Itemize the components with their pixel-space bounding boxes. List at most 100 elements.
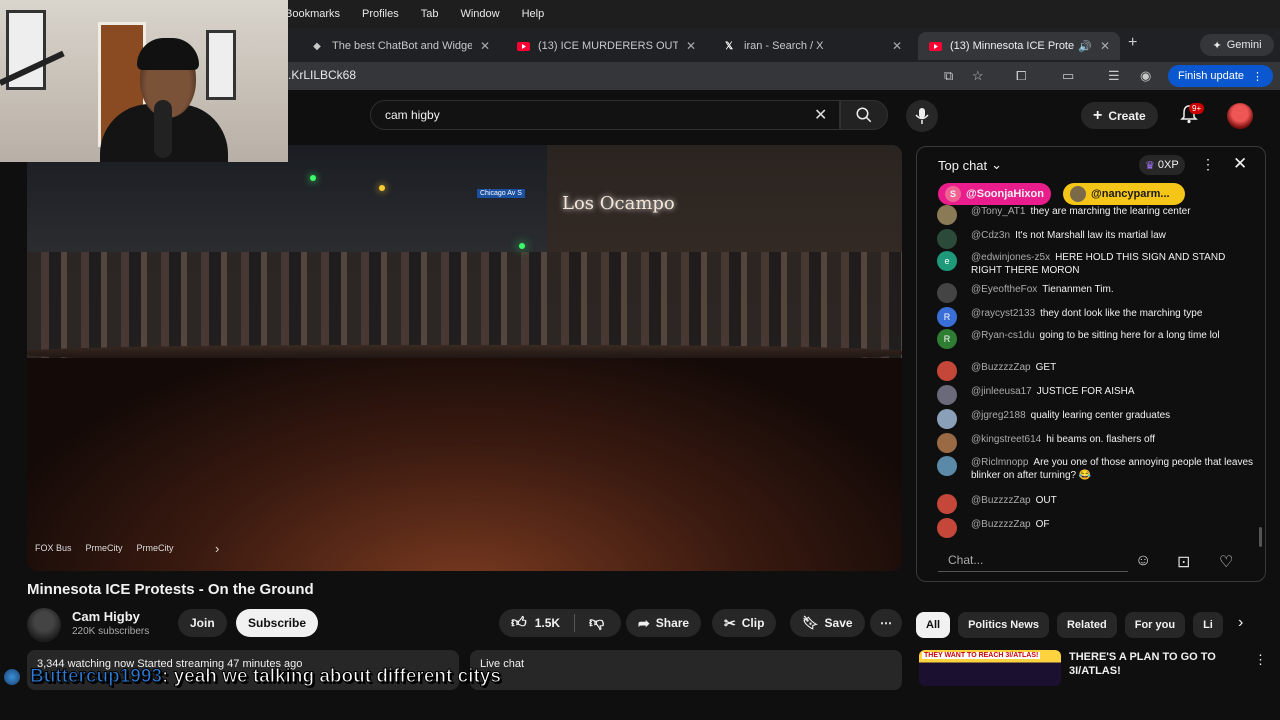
save-button[interactable]: 🔖︎ Save <box>790 609 865 637</box>
pinned-user-chip[interactable]: S @SoonjaHixon <box>938 183 1051 205</box>
plus-icon: + <box>1093 106 1103 124</box>
wall-frame <box>206 30 236 100</box>
speaker-icon[interactable]: 🔊 <box>1078 40 1092 53</box>
extensions-icon[interactable]: ⧠ <box>1016 68 1026 84</box>
menu-window[interactable]: Window <box>460 8 499 20</box>
chat-message[interactable]: @BuzzzzZap OF <box>937 518 1255 538</box>
microphone-icon <box>915 108 929 124</box>
close-tab-icon[interactable]: ✕ <box>1100 39 1110 53</box>
traffic-light <box>519 243 525 249</box>
chat-menu-icon[interactable]: ⋮ <box>1201 156 1215 173</box>
video-player[interactable]: Chicago Av S Los Ocampo FOX Bus PrmeCity… <box>27 145 902 571</box>
chat-message[interactable]: e @edwinjones-z5x HERE HOLD THIS SIGN AND … <box>937 251 1255 277</box>
chat-message[interactable]: @jinleeusa17 JUSTICE FOR AISHA <box>937 385 1255 405</box>
webcam-overlay <box>0 0 288 162</box>
chip-all[interactable]: All <box>916 612 951 638</box>
stream-chat-overlay: Buttercup1993: yeah we talking about dif… <box>4 666 501 688</box>
search-button[interactable] <box>840 100 888 130</box>
chevron-down-icon: ⌄ <box>991 157 1003 172</box>
scissors-icon: ✂ <box>724 614 736 631</box>
clear-search-icon[interactable]: ✕ <box>814 105 827 125</box>
chat-message[interactable]: @jgreg2188 quality learing center graduat… <box>937 409 1255 429</box>
pinned-user-chip[interactable]: @nancyparm... <box>1063 183 1185 205</box>
account-avatar[interactable] <box>1227 103 1253 129</box>
subscriber-count: 220K subscribers <box>72 626 150 637</box>
chat-message[interactable]: @Riclmnopp Are you one of those annoying … <box>937 456 1255 482</box>
chat-message[interactable]: @BuzzzzZap OUT <box>937 494 1255 514</box>
divider <box>574 614 576 632</box>
menu-bookmarks[interactable]: Bookmarks <box>285 8 340 20</box>
install-icon[interactable]: ⧉ <box>944 68 953 84</box>
xp-badge[interactable]: ♛ 0XP <box>1139 155 1185 175</box>
reading-list-icon[interactable]: ☰ <box>1108 68 1120 84</box>
recommendation-title[interactable]: THERE'S A PLAN TO GO TO 3I/ATLAS! <box>1069 650 1249 678</box>
streamer-beanie <box>137 38 199 70</box>
chat-message[interactable]: R @raycyst2133 they dont look like the mar… <box>937 307 1255 327</box>
tab-ice-murderers[interactable]: (13) ICE MURDERERS OUT O ✕ <box>506 32 706 60</box>
like-button[interactable]: 👍︎ 1.5K <box>511 614 560 632</box>
url-field[interactable]: .KrLILBCk68 <box>288 68 356 82</box>
chat-message[interactable]: @Tony_AT1 they are marching the learing c… <box>937 205 1255 225</box>
chat-scrollbar[interactable] <box>1259 527 1262 547</box>
close-tab-icon[interactable]: ✕ <box>686 39 696 53</box>
chevron-right-icon[interactable]: › <box>215 541 219 556</box>
subscribe-button[interactable]: Subscribe <box>236 609 319 637</box>
emoji-icon[interactable]: ☺ <box>1135 552 1151 570</box>
tab-x-search[interactable]: 𝕏 iran - Search / X ✕ <box>712 32 912 60</box>
more-actions-button[interactable]: ⋯ <box>870 609 902 637</box>
kebab-icon: ⋮ <box>1252 70 1264 83</box>
close-tab-icon[interactable]: ✕ <box>480 39 490 53</box>
cast-icon[interactable]: ▭ <box>1062 68 1074 84</box>
user-avatar <box>937 361 957 381</box>
chat-message[interactable]: R @Ryan-cs1du going to be sitting here for… <box>937 329 1255 349</box>
channel-avatar[interactable] <box>27 608 61 642</box>
close-tab-icon[interactable]: ✕ <box>892 39 902 53</box>
tab-chatbot[interactable]: ◆ The best ChatBot and Widge ✕ <box>300 32 500 60</box>
tab-minnesota-ice[interactable]: (13) Minnesota ICE Protes 🔊 ✕ <box>918 32 1120 60</box>
create-button[interactable]: + Create <box>1081 102 1158 129</box>
crown-icon: ♛ <box>1145 159 1155 172</box>
voice-search-button[interactable] <box>906 100 938 132</box>
chip-politics-news[interactable]: Politics News <box>958 612 1049 638</box>
user-avatar <box>937 433 957 453</box>
dislike-button[interactable]: 👎︎ <box>589 614 604 632</box>
finish-update-button[interactable]: Finish update ⋮ <box>1168 65 1274 87</box>
join-button[interactable]: Join <box>178 609 227 637</box>
user-avatar <box>937 494 957 514</box>
storefront-sign: Los Ocampo <box>562 193 675 214</box>
chip-related[interactable]: Related <box>1056 612 1117 638</box>
user-avatar <box>937 229 957 249</box>
chip-for-you[interactable]: For you <box>1124 612 1186 638</box>
user-avatar <box>937 283 957 303</box>
traffic-light <box>310 175 316 181</box>
chat-message[interactable]: @EyeoftheFox Tienanmen Tim. <box>937 283 1255 303</box>
share-button[interactable]: ➦ Share <box>626 609 702 637</box>
heart-icon[interactable]: ♡ <box>1219 552 1233 572</box>
search-input[interactable]: cam higby <box>370 100 840 130</box>
top-chat-dropdown[interactable]: Top chat ⌄ <box>938 157 1002 173</box>
chip-live[interactable]: Li <box>1193 612 1223 638</box>
channel-name[interactable]: Cam Higby <box>72 609 140 624</box>
super-chat-icon[interactable]: ⊡ <box>1177 552 1190 572</box>
menu-profiles[interactable]: Profiles <box>362 8 399 20</box>
profile-icon[interactable]: ◉ <box>1140 68 1151 84</box>
user-avatar <box>937 205 957 225</box>
microphone <box>154 100 172 158</box>
recommendation-thumbnail[interactable]: THEY WANT TO REACH 3I/ATLAS! <box>919 650 1061 686</box>
live-chat-toggle[interactable]: Live chat <box>470 650 902 690</box>
kebab-icon[interactable]: ⋮ <box>1254 652 1267 668</box>
new-tab-icon[interactable]: + <box>1128 34 1137 52</box>
clip-button[interactable]: ✂ Clip <box>712 609 777 637</box>
menu-help[interactable]: Help <box>522 8 545 20</box>
close-icon[interactable]: ✕ <box>1233 154 1247 174</box>
video-title: Minnesota ICE Protests - On the Ground <box>27 581 314 598</box>
gemini-button[interactable]: ✦ Gemini <box>1200 34 1274 56</box>
chat-message[interactable]: @Cdz3n It's not Marshall law its martial … <box>937 229 1255 249</box>
chat-input[interactable]: Chat... <box>938 548 1128 572</box>
chat-message[interactable]: @kingstreet614 hi beams on. flashers off <box>937 433 1255 453</box>
menu-tab[interactable]: Tab <box>421 8 439 20</box>
chat-message[interactable]: @BuzzzzZap GET <box>937 361 1255 381</box>
user-initial-avatar: R <box>937 329 957 349</box>
chevron-right-icon[interactable]: › <box>1238 614 1243 632</box>
bookmark-star-icon[interactable]: ☆ <box>972 68 984 84</box>
